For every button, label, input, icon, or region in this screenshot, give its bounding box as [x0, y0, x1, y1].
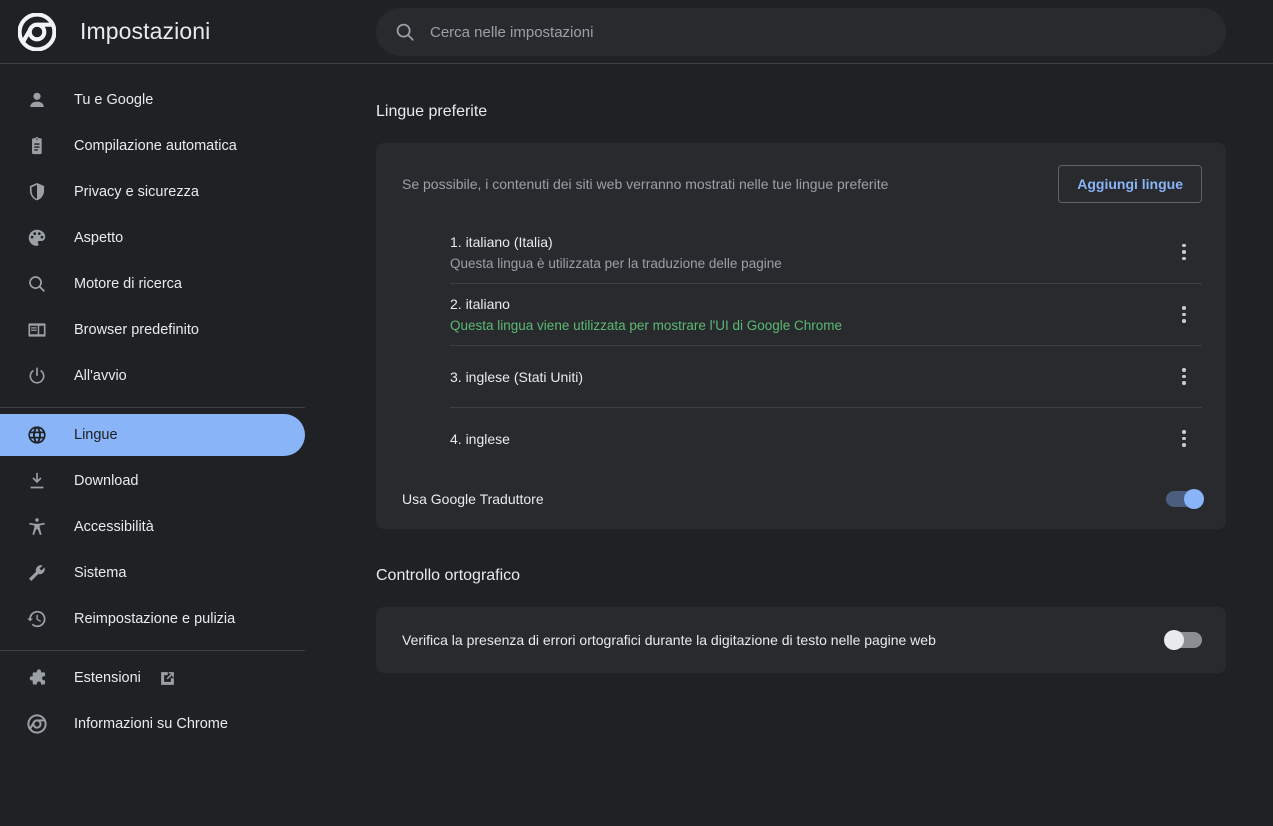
- language-row[interactable]: 4. inglese: [450, 407, 1202, 469]
- sidebar-item-label: Tu e Google: [74, 92, 154, 108]
- sidebar-item-sistema[interactable]: Sistema: [0, 552, 305, 594]
- spellcheck-switch[interactable]: [1164, 630, 1202, 650]
- language-subtitle: Questa lingua è utilizzata per la traduz…: [450, 255, 782, 271]
- person-icon: [26, 89, 48, 111]
- language-name: 4. inglese: [450, 430, 510, 447]
- languages-description: Se possibile, i contenuti dei siti web v…: [402, 176, 889, 192]
- sidebar-item-label: Aspetto: [74, 230, 124, 246]
- sidebar-item-label: Sistema: [74, 565, 127, 581]
- language-row[interactable]: 1. italiano (Italia) Questa lingua è util…: [450, 221, 1202, 283]
- spellcheck-label: Verifica la presenza di errori ortografi…: [402, 632, 936, 648]
- clipboard-icon: [26, 135, 48, 157]
- language-subtitle: Questa lingua viene utilizzata per mostr…: [450, 318, 843, 333]
- sidebar-item-accessibilit[interactable]: Accessibilità: [0, 506, 305, 548]
- sidebar-item-label: Compilazione automatica: [74, 138, 237, 154]
- preferred-languages-card: Se possibile, i contenuti dei siti web v…: [376, 143, 1226, 529]
- sidebar-item-label: All'avvio: [74, 368, 127, 384]
- sidebar-item-tu-e-google[interactable]: Tu e Google: [0, 79, 305, 121]
- sidebar-item-reimpostazione-e-pulizia[interactable]: Reimpostazione e pulizia: [0, 598, 305, 640]
- sidebar-item-label: Reimpostazione e pulizia: [74, 611, 236, 627]
- languages-section-title: Lingue preferite: [376, 103, 488, 120]
- search-bar[interactable]: [376, 8, 1226, 56]
- sidebar-item-aspetto[interactable]: Aspetto: [0, 217, 305, 259]
- language-texts: 4. inglese: [450, 431, 1166, 447]
- search-icon: [26, 273, 48, 295]
- page-title: Impostazioni: [80, 18, 211, 44]
- puzzle-icon: [26, 667, 48, 689]
- more-vert-icon[interactable]: [1166, 234, 1202, 270]
- settings-sidebar: Tu e Google Compilazione automatica Privac…: [0, 65, 330, 826]
- language-texts: 1. italiano (Italia) Questa lingua è util…: [450, 234, 1166, 271]
- sidebar-item-compilazione-automatica[interactable]: Compilazione automatica: [0, 125, 305, 167]
- language-row[interactable]: 3. inglese (Stati Uniti): [450, 345, 1202, 407]
- sidebar-item-label: Browser predefinito: [74, 322, 199, 338]
- sidebar-item-label: Download: [74, 473, 139, 489]
- sidebar-item-label: Accessibilità: [74, 519, 154, 535]
- sidebar-divider: [0, 650, 305, 651]
- language-row[interactable]: 2. italiano Questa lingua viene utilizzat…: [450, 283, 1202, 345]
- globe-icon: [26, 424, 48, 446]
- switch-knob: [1184, 489, 1204, 509]
- spellcheck-card: Verifica la presenza di errori ortografi…: [376, 607, 1226, 673]
- google-translate-switch[interactable]: [1166, 489, 1204, 509]
- search-input[interactable]: [430, 23, 1208, 41]
- sidebar-item-all-avvio[interactable]: All'avvio: [0, 355, 305, 397]
- language-name: 3. inglese (Stati Uniti): [450, 368, 584, 385]
- language-texts: 2. italiano Questa lingua viene utilizzat…: [450, 296, 1166, 333]
- wrench-icon: [26, 562, 48, 584]
- chrome-logo-icon: [26, 713, 48, 735]
- sidebar-item-download[interactable]: Download: [0, 460, 305, 502]
- main-content: Lingue preferite Se possibile, i contenu…: [330, 65, 1273, 826]
- sidebar-item-lingue[interactable]: Lingue: [0, 414, 305, 456]
- more-vert-icon[interactable]: [1166, 421, 1202, 457]
- switch-knob: [1164, 630, 1184, 650]
- sidebar-item-estensioni[interactable]: Estensioni: [0, 657, 305, 699]
- spellcheck-toggle-row[interactable]: Verifica la presenza di errori ortografi…: [376, 607, 1226, 673]
- more-vert-icon[interactable]: [1166, 359, 1202, 395]
- add-languages-button[interactable]: Aggiungi lingue: [1058, 165, 1202, 203]
- sidebar-item-label: Motore di ricerca: [74, 276, 182, 292]
- language-name: 2. italiano: [450, 296, 510, 312]
- spellcheck-section-title: Controllo ortografico: [376, 567, 521, 584]
- languages-card-header: Se possibile, i contenuti dei siti web v…: [376, 143, 1226, 221]
- sidebar-item-label: Lingue: [74, 427, 118, 443]
- google-translate-label: Usa Google Traduttore: [402, 491, 544, 507]
- shield-icon: [26, 181, 48, 203]
- search-icon: [394, 21, 416, 43]
- sidebar-item-informazioni-su-chrome[interactable]: Informazioni su Chrome: [0, 703, 305, 745]
- sidebar-item-browser-predefinito[interactable]: Browser predefinito: [0, 309, 305, 351]
- sidebar-item-motore-di-ricerca[interactable]: Motore di ricerca: [0, 263, 305, 305]
- google-translate-toggle-row[interactable]: Usa Google Traduttore: [376, 469, 1226, 529]
- more-vert-icon[interactable]: [1166, 297, 1202, 333]
- language-name: 1. italiano (Italia): [450, 233, 553, 250]
- sidebar-item-label: Informazioni su Chrome: [74, 716, 228, 732]
- accessibility-icon: [26, 516, 48, 538]
- sidebar-item-label: Estensioni: [74, 670, 141, 686]
- external-link-icon: [159, 670, 176, 687]
- history-restore-icon: [26, 608, 48, 630]
- app-header: Impostazioni: [0, 0, 1273, 64]
- sidebar-divider: [0, 407, 305, 408]
- chrome-logo-icon: [17, 12, 57, 51]
- sidebar-item-label: Privacy e sicurezza: [74, 184, 199, 200]
- download-icon: [26, 470, 48, 492]
- sidebar-item-privacy-e-sicurezza[interactable]: Privacy e sicurezza: [0, 171, 305, 213]
- browser-window-icon: [26, 319, 48, 341]
- palette-icon: [26, 227, 48, 249]
- language-texts: 3. inglese (Stati Uniti): [450, 369, 1166, 385]
- power-icon: [26, 365, 48, 387]
